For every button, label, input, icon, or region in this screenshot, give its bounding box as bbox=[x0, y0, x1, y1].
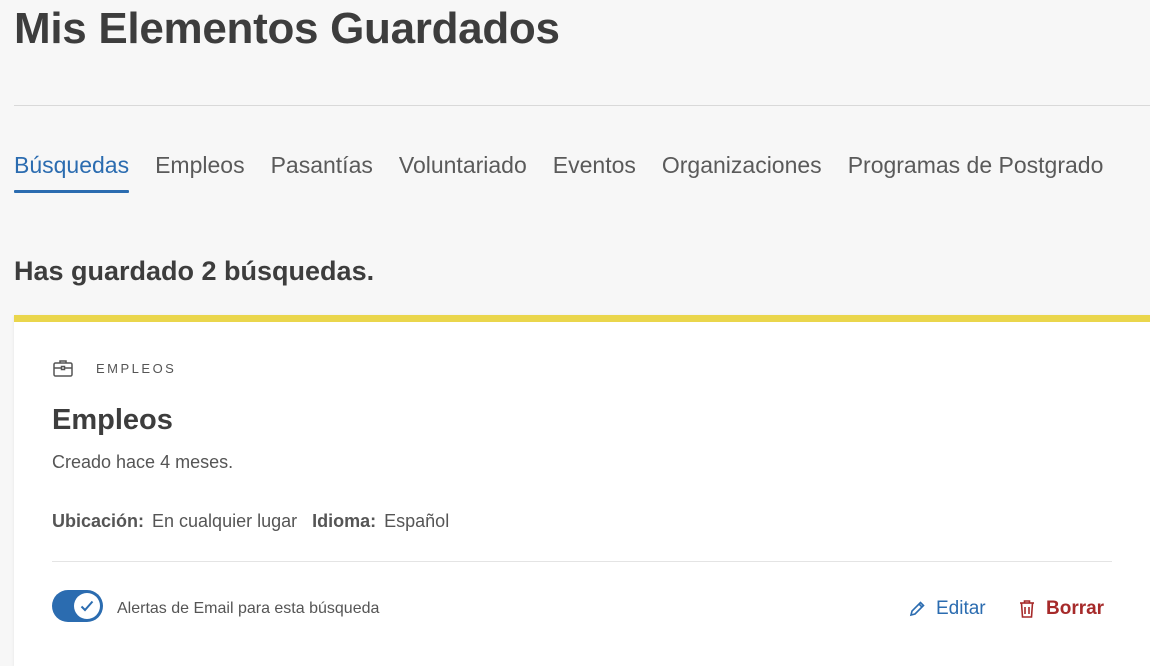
tab-programas-postgrado[interactable]: Programas de Postgrado bbox=[848, 152, 1104, 193]
page-title: Mis Elementos Guardados bbox=[14, 4, 560, 53]
tab-busquedas[interactable]: Búsquedas bbox=[14, 152, 130, 193]
tab-organizaciones[interactable]: Organizaciones bbox=[662, 152, 822, 193]
filter-location-value: En cualquier lugar bbox=[152, 511, 298, 531]
saved-searches-count: Has guardado 2 búsquedas. bbox=[14, 256, 375, 286]
delete-button[interactable]: Borrar bbox=[1018, 598, 1104, 620]
trash-icon bbox=[1020, 600, 1034, 618]
briefcase-icon bbox=[52, 358, 74, 378]
tab-empleos[interactable]: Empleos bbox=[155, 152, 244, 193]
email-alert-toggle[interactable] bbox=[52, 590, 103, 622]
tab-pasantias[interactable]: Pasantías bbox=[271, 152, 373, 193]
pencil-icon bbox=[909, 601, 925, 617]
edit-label: Editar bbox=[936, 598, 986, 619]
header-divider bbox=[14, 105, 1150, 106]
check-icon bbox=[80, 600, 94, 612]
card-category-label: EMPLEOS bbox=[96, 360, 177, 376]
saved-items-tabs: Búsquedas Empleos Pasantías Voluntariado… bbox=[14, 152, 1129, 193]
card-divider bbox=[52, 561, 1112, 562]
card-category: EMPLEOS bbox=[52, 358, 176, 378]
tab-eventos[interactable]: Eventos bbox=[553, 152, 636, 193]
filter-language-value: Español bbox=[384, 511, 450, 531]
edit-button[interactable]: Editar bbox=[908, 598, 986, 620]
card-filters: Ubicación: En cualquier lugar Idioma: Espa… bbox=[52, 511, 459, 532]
filter-location-label: Ubicación: bbox=[52, 511, 145, 531]
card-created-date: Creado hace 4 meses. bbox=[52, 452, 234, 472]
filter-language-label: Idioma: bbox=[312, 511, 377, 531]
delete-label: Borrar bbox=[1046, 598, 1105, 619]
tab-voluntariado[interactable]: Voluntariado bbox=[399, 152, 527, 193]
card-title[interactable]: Empleos bbox=[52, 404, 173, 437]
toggle-knob bbox=[74, 593, 100, 619]
saved-search-card: EMPLEOS Empleos Creado hace 4 meses. Ubi… bbox=[14, 315, 1150, 666]
email-alert-label: Alertas de Email para esta búsqueda bbox=[117, 600, 380, 617]
